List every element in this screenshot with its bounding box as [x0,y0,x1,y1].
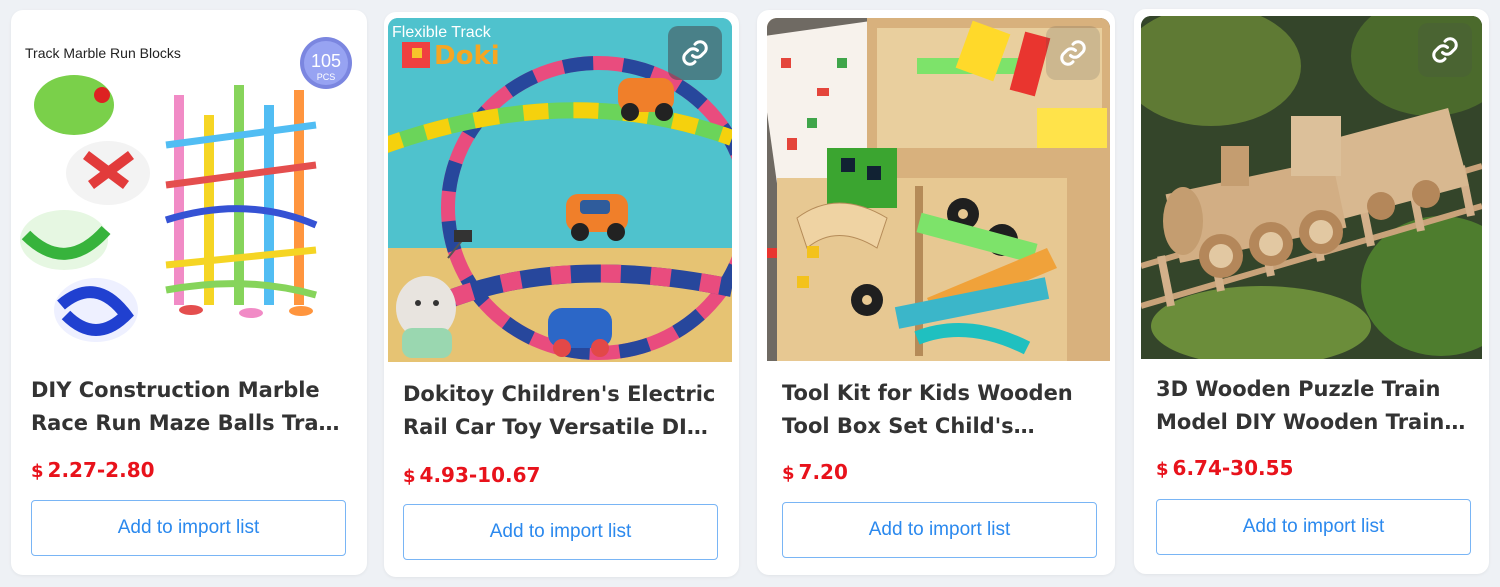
link-icon[interactable] [1418,23,1472,77]
product-card[interactable]: 3D Wooden Puzzle Train Model DIY Wooden … [1134,9,1489,574]
add-to-import-list-button[interactable]: Add to import list [31,500,346,556]
product-grid: Track Marble Run Blocks 105 PCS DIY Cons… [0,0,1500,587]
product-price: $7.20 [782,460,848,484]
price-value: 7.20 [798,460,848,484]
product-title[interactable]: Dokitoy Children's Electric Rail Car Toy… [403,378,719,444]
product-card[interactable]: Track Marble Run Blocks 105 PCS DIY Cons… [11,10,367,575]
product-card[interactable]: Tool Kit for Kids Wooden Tool Box Set Ch… [757,10,1115,575]
product-title[interactable]: DIY Construction Marble Race Run Maze Ba… [31,374,347,440]
product-price: $2.27-2.80 [31,458,155,482]
price-value: 2.27-2.80 [47,458,155,482]
image-logo: Doki [434,41,500,71]
image-caption: Flexible Track [392,24,492,41]
product-card[interactable]: Flexible Track Doki Dokitoy Children's E… [384,12,739,577]
product-image[interactable]: Flexible Track Doki [388,18,732,362]
currency-symbol: $ [403,466,416,487]
product-price: $4.93-10.67 [403,463,540,487]
product-image[interactable]: Track Marble Run Blocks 105 PCS [16,15,358,351]
price-value: 4.93-10.67 [419,463,541,487]
add-to-import-list-button[interactable]: Add to import list [1156,499,1471,555]
product-title[interactable]: Tool Kit for Kids Wooden Tool Box Set Ch… [782,377,1098,443]
image-badge-number: 105 [311,51,341,71]
currency-symbol: $ [1156,459,1169,480]
price-value: 6.74-30.55 [1172,456,1294,480]
add-to-import-list-button[interactable]: Add to import list [782,502,1097,558]
product-image[interactable] [1141,16,1482,359]
link-icon[interactable] [668,26,722,80]
link-icon[interactable] [1046,26,1100,80]
product-title[interactable]: 3D Wooden Puzzle Train Model DIY Wooden … [1156,373,1472,439]
currency-symbol: $ [31,461,44,482]
image-caption: Track Marble Run Blocks [25,45,181,61]
add-to-import-list-button[interactable]: Add to import list [403,504,718,560]
image-badge-unit: PCS [317,72,336,82]
product-price: $6.74-30.55 [1156,456,1293,480]
product-image[interactable] [767,18,1110,361]
currency-symbol: $ [782,463,795,484]
